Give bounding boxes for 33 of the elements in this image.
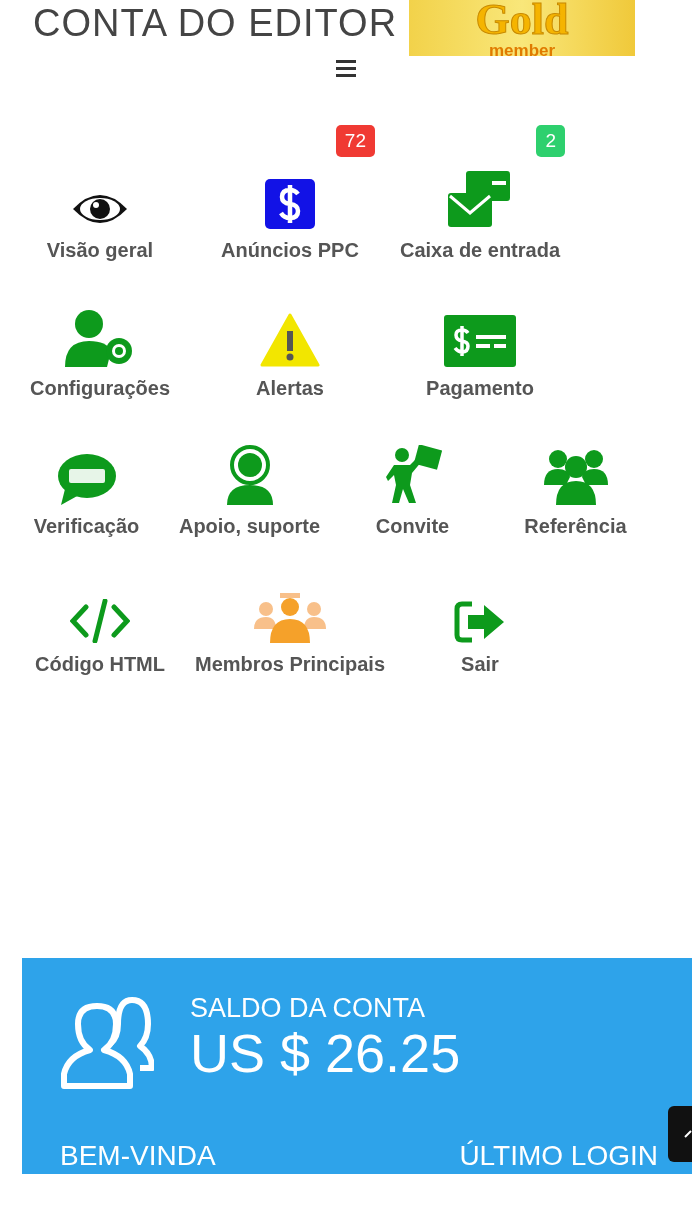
dollar-icon (265, 179, 315, 229)
last-login-label: ÚLTIMO LOGIN (459, 1140, 658, 1172)
menu-item[interactable]: Convite (375, 515, 450, 538)
menu-icon[interactable] (336, 60, 356, 77)
page-title: CONTA DO EDITOR (33, 2, 398, 45)
users-group-icon (543, 447, 608, 505)
sign-out-icon (454, 601, 506, 643)
menu-item[interactable]: Pagamento (426, 377, 534, 400)
balance-label: SALDO DA CONTA (190, 994, 427, 1024)
menu-item[interactable]: Código HTML (35, 653, 165, 676)
member-badge: Gold member (409, 0, 636, 56)
envelopes-icon (448, 171, 512, 229)
welcome-label: BEM-VINDA (60, 1140, 216, 1172)
balance-amount: US $ 26.25 (190, 1023, 461, 1084)
users-group-icon (254, 593, 326, 643)
count-badge: 72 (335, 125, 375, 157)
person-flag-icon (383, 445, 442, 505)
menu-item[interactable]: Apoio, suporte (178, 515, 321, 538)
menu-item[interactable]: Anúncios PPC (221, 239, 359, 262)
menu-item[interactable]: Visão geral (46, 239, 154, 262)
money-bill-icon (444, 315, 516, 367)
count-badge: 2 (536, 125, 565, 157)
menu-item[interactable]: Alertas (256, 377, 324, 400)
menu-item[interactable]: Sair (461, 653, 499, 676)
warning-icon (260, 313, 320, 367)
menu-item[interactable]: Configurações (30, 377, 170, 400)
scroll-top-button[interactable] (668, 1106, 692, 1162)
menu-item[interactable]: Referência (524, 515, 627, 538)
menu-item[interactable]: Caixa de entrada (399, 239, 561, 262)
code-icon (70, 599, 130, 643)
menu-item[interactable]: Membros Principais (194, 653, 386, 676)
users-outline-icon (60, 994, 154, 1090)
menu-item[interactable]: Verificação (33, 515, 140, 538)
